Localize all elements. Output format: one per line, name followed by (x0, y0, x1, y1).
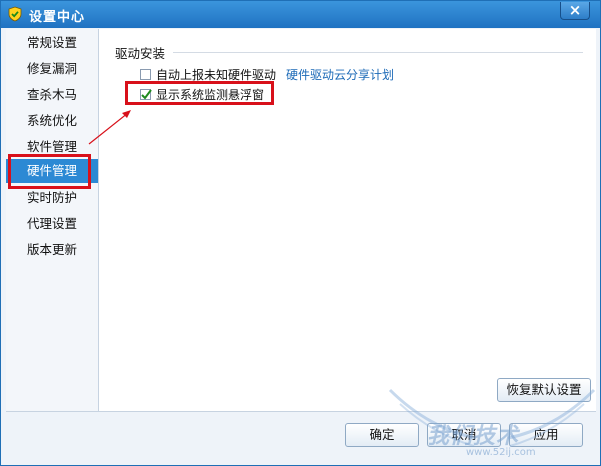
option-auto-report-row: 自动上报未知硬件驱动 硬件驱动云分享计划 (140, 66, 394, 82)
sidebar-item-realtime-protection[interactable]: 实时防护 (6, 186, 98, 210)
section-divider (173, 52, 583, 53)
close-button[interactable]: × (560, 2, 590, 20)
driver-cloud-share-link[interactable]: 硬件驱动云分享计划 (286, 66, 394, 83)
sidebar-item-update[interactable]: 版本更新 (6, 238, 98, 262)
close-icon: × (568, 1, 582, 19)
auto-report-checkbox[interactable] (140, 68, 151, 80)
window-title: 设置中心 (29, 10, 86, 25)
hardware-highlight-box (8, 154, 91, 189)
title-bar: 设置中心 × (1, 1, 600, 28)
sidebar: 常规设置 修复漏洞 查杀木马 系统优化 软件管理 硬件管理 实时防护 代理设置 … (6, 29, 99, 411)
shield-icon (7, 6, 23, 22)
sidebar-item-proxy[interactable]: 代理设置 (6, 212, 98, 236)
sidebar-item-trojan-scan[interactable]: 查杀木马 (6, 83, 98, 107)
section-title: 驱动安装 (115, 46, 166, 61)
sidebar-item-general[interactable]: 常规设置 (6, 31, 98, 55)
option-highlight-box (125, 81, 274, 105)
watermark-url: www.52ij.com (466, 447, 536, 458)
sidebar-item-optimize[interactable]: 系统优化 (6, 109, 98, 133)
watermark-text: 我们技术 (427, 424, 520, 449)
sidebar-item-patch[interactable]: 修复漏洞 (6, 57, 98, 81)
auto-report-label[interactable]: 自动上报未知硬件驱动 (156, 66, 276, 83)
